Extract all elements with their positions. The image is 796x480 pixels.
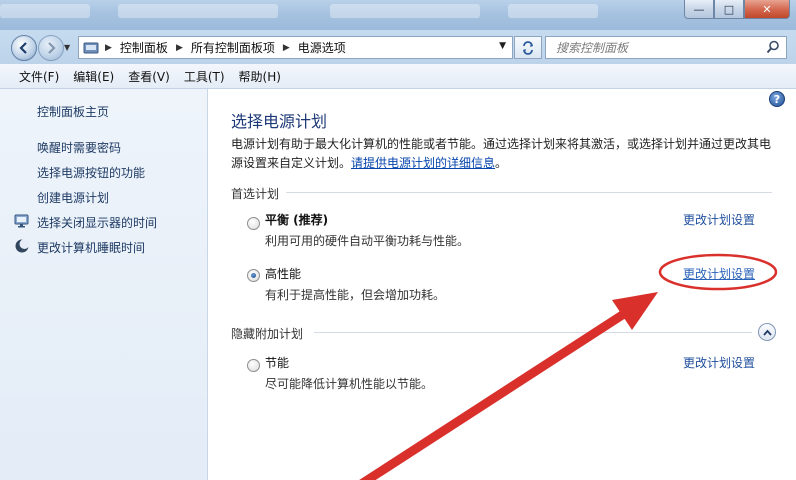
menu-edit[interactable]: 编辑(E) xyxy=(66,68,121,85)
breadcrumb-control-panel[interactable]: 控制面板 xyxy=(120,39,168,56)
plan-radio-power-saver[interactable] xyxy=(247,359,260,372)
refresh-icon xyxy=(523,40,533,55)
main-content: ? 选择电源计划 电源计划有助于最大化计算机的性能或者节能。通过选择计划来将其激… xyxy=(208,89,796,480)
control-panel-icon xyxy=(83,42,99,53)
section-divider xyxy=(314,332,752,333)
plan-details-link[interactable]: 请提供电源计划的详细信息 xyxy=(351,156,495,170)
background-window-tab xyxy=(508,4,598,18)
intro-text: 电源计划有助于最大化计算机的性能或者节能。通过选择计划来将其激活，或选择计划并通… xyxy=(231,135,776,173)
menu-view[interactable]: 查看(V) xyxy=(121,68,177,85)
page-title: 选择电源计划 xyxy=(231,112,328,131)
sidebar-item-create-plan[interactable]: 创建电源计划 xyxy=(37,189,109,206)
breadcrumb-separator-icon[interactable]: ▶ xyxy=(105,43,112,53)
background-window-tab xyxy=(330,4,480,18)
sidebar-item-power-button[interactable]: 选择电源按钮的功能 xyxy=(37,164,145,181)
search-box xyxy=(545,36,787,59)
address-bar[interactable]: ▶ 控制面板 ▶ 所有控制面板项 ▶ 电源选项 ▼ xyxy=(78,36,513,59)
sleep-moon-icon xyxy=(15,239,30,253)
breadcrumb-separator-icon[interactable]: ▶ xyxy=(283,43,290,53)
section-divider xyxy=(286,192,772,193)
maximize-button[interactable]: □ xyxy=(714,0,744,19)
plan-name-power-saver[interactable]: 节能 xyxy=(265,354,289,371)
plan-desc-balanced: 利用可用的硬件自动平衡功耗与性能。 xyxy=(265,234,470,248)
search-icon[interactable] xyxy=(766,40,780,54)
menu-bar: 文件(F) 编辑(E) 查看(V) 工具(T) 帮助(H) xyxy=(0,64,796,89)
sidebar: 控制面板主页 唤醒时需要密码 选择电源按钮的功能 创建电源计划 选择关闭显示器的… xyxy=(0,89,208,480)
menu-help[interactable]: 帮助(H) xyxy=(232,68,288,85)
back-button[interactable] xyxy=(11,35,37,61)
plan-radio-high-performance[interactable] xyxy=(247,269,260,282)
hidden-plans-heading: 隐藏附加计划 xyxy=(231,327,304,341)
sidebar-home-link[interactable]: 控制面板主页 xyxy=(37,103,109,120)
breadcrumb-separator-icon[interactable]: ▶ xyxy=(176,43,183,53)
background-window-tab xyxy=(0,4,90,18)
breadcrumb-power-options[interactable]: 电源选项 xyxy=(298,39,346,56)
menu-file[interactable]: 文件(F) xyxy=(12,68,66,85)
address-dropdown-icon[interactable]: ▼ xyxy=(499,41,506,51)
search-input[interactable] xyxy=(554,39,758,56)
help-icon[interactable]: ? xyxy=(769,91,785,107)
change-plan-settings-high-performance-link[interactable]: 更改计划设置 xyxy=(683,265,755,282)
change-plan-settings-power-saver-link[interactable]: 更改计划设置 xyxy=(683,354,755,371)
navigation-bar: ▼ ▶ 控制面板 ▶ 所有控制面板项 ▶ 电源选项 ▼ xyxy=(0,30,796,64)
forward-button[interactable] xyxy=(38,35,64,61)
window-controls: — □ ✕ xyxy=(684,0,790,19)
plan-name-balanced[interactable]: 平衡 (推荐) xyxy=(265,211,328,228)
intro-end: 。 xyxy=(495,156,508,170)
plan-name-high-performance[interactable]: 高性能 xyxy=(265,265,301,282)
chevron-up-icon xyxy=(762,329,772,336)
title-bar: — □ ✕ xyxy=(0,0,796,30)
collapse-hidden-plans-button[interactable] xyxy=(758,323,776,341)
sidebar-item-wake-password[interactable]: 唤醒时需要密码 xyxy=(37,139,121,156)
minimize-button[interactable]: — xyxy=(684,0,714,19)
refresh-button[interactable] xyxy=(514,36,542,59)
plan-radio-balanced[interactable] xyxy=(247,217,260,230)
breadcrumb-all-items[interactable]: 所有控制面板项 xyxy=(191,39,275,56)
background-window-tab xyxy=(118,4,278,18)
menu-tools[interactable]: 工具(T) xyxy=(177,68,232,85)
monitor-icon xyxy=(14,214,29,228)
back-arrow-icon xyxy=(19,42,27,54)
forward-arrow-icon xyxy=(48,42,56,54)
history-dropdown-icon[interactable]: ▼ xyxy=(64,43,70,52)
sidebar-item-display-off-time[interactable]: 选择关闭显示器的时间 xyxy=(37,214,157,231)
sidebar-item-sleep-time[interactable]: 更改计算机睡眠时间 xyxy=(37,239,145,256)
plan-desc-high-performance: 有利于提高性能，但会增加功耗。 xyxy=(265,288,446,302)
preferred-plans-heading: 首选计划 xyxy=(231,187,280,201)
change-plan-settings-balanced-link[interactable]: 更改计划设置 xyxy=(683,211,755,228)
close-button[interactable]: ✕ xyxy=(744,0,790,19)
plan-desc-power-saver: 尽可能降低计算机性能以节能。 xyxy=(265,377,434,391)
